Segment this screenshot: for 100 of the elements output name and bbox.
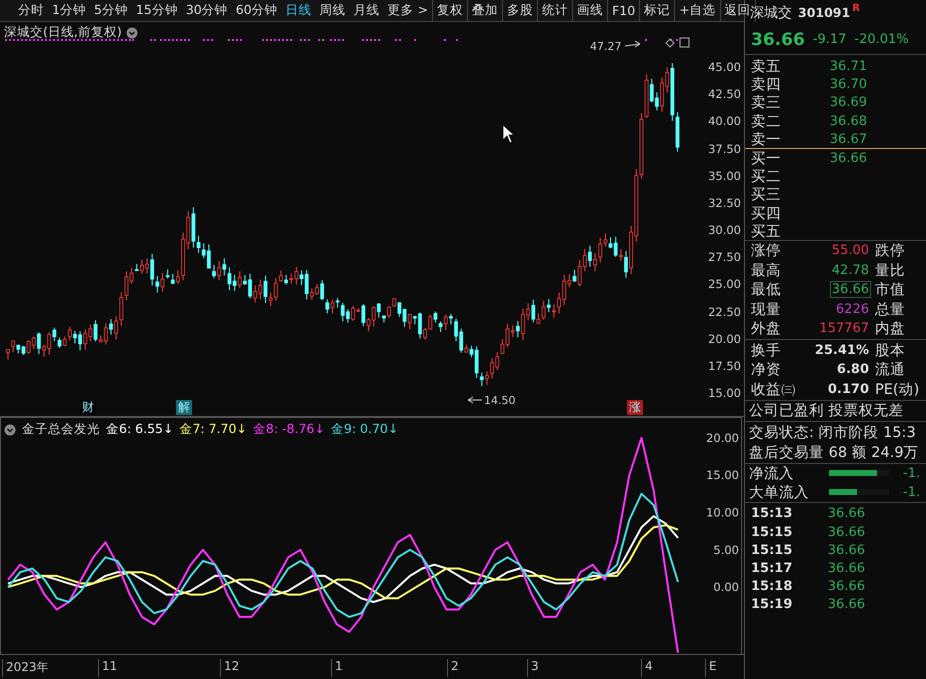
flow-label: 净流入 xyxy=(749,464,795,483)
order-price: 36.67 xyxy=(828,132,867,147)
diamond-icon[interactable] xyxy=(665,38,675,48)
stat-label: 跌停 xyxy=(875,242,906,260)
tick-time: 15:18 xyxy=(751,579,794,594)
date-label: 4 xyxy=(641,659,653,677)
stat-label: 总量 xyxy=(875,300,906,319)
order-level: 买二 xyxy=(751,168,782,186)
toolbar-button[interactable]: 叠加 xyxy=(468,0,504,22)
stat-label: 流通 xyxy=(875,360,906,380)
flow-value: -1. xyxy=(902,484,922,500)
flow-value: -1. xyxy=(902,466,922,481)
event-marker[interactable]: 财 xyxy=(80,400,96,415)
order-level: 买三 xyxy=(751,186,782,204)
period-tab[interactable]: 分时 xyxy=(14,0,48,22)
stat-value: 42.78 xyxy=(830,262,870,279)
period-tab[interactable]: 15分钟 xyxy=(132,0,182,22)
last-price: 36.66 xyxy=(751,30,805,50)
stat-label: 净资 xyxy=(751,361,782,380)
order-level: 买四 xyxy=(751,204,782,222)
event-marker[interactable]: 涨 xyxy=(627,400,643,415)
order-level: 卖二 xyxy=(751,112,782,131)
toolbar-button[interactable]: 多股 xyxy=(503,0,538,22)
tick-time: 15:13 xyxy=(751,506,794,522)
axis-label: 45.00 xyxy=(708,60,741,74)
toolbar-button[interactable]: 标记 xyxy=(640,0,676,22)
order-price: 36.66 xyxy=(828,150,867,166)
indicator-value: 金8: -8.76↓ xyxy=(252,421,325,438)
date-label: 11 xyxy=(98,659,118,677)
toolbar-button[interactable]: 复权 xyxy=(432,0,468,22)
tick-price: 36.66 xyxy=(826,579,865,594)
axis-label: 37.50 xyxy=(708,142,741,156)
toolbar-button[interactable]: 画线 xyxy=(573,0,608,22)
date-label: 1 xyxy=(331,659,343,677)
dropdown-icon[interactable] xyxy=(126,26,138,38)
tick-time: 15:19 xyxy=(751,597,794,612)
stat-label: 涨停 xyxy=(751,242,782,260)
dropdown-icon[interactable] xyxy=(4,424,16,436)
stat-value: 6.80 xyxy=(836,361,870,378)
indicator-value: 金9: 0.70↓ xyxy=(330,421,398,438)
company-notice: 公司已盈利 投票权无差 xyxy=(749,402,904,420)
tick-price: 36.66 xyxy=(826,561,865,576)
period-tab[interactable]: 60分钟 xyxy=(232,0,282,22)
axis-label: 22.50 xyxy=(708,304,741,319)
tick-price: 36.66 xyxy=(826,597,865,612)
stat-label: 最低 xyxy=(751,281,782,300)
toolbar-button[interactable]: +自选 xyxy=(675,0,721,22)
period-tab[interactable]: 更多 > xyxy=(384,0,432,22)
axis-label: 27.50 xyxy=(708,250,741,264)
period-tab[interactable]: 月线 xyxy=(350,0,384,22)
axis-label: 15.00 xyxy=(708,386,741,400)
low-arrow xyxy=(468,396,482,404)
axis-label: 30.00 xyxy=(708,223,741,238)
chart-title: 深城交(日线,前复权) xyxy=(4,24,122,41)
axis-label: 0.00 xyxy=(713,580,739,594)
stat-label: 股本 xyxy=(875,342,906,360)
indicator-value: 金6: 6.55↓ xyxy=(106,421,174,438)
event-marker[interactable]: 解 xyxy=(176,400,192,415)
toolbar-button[interactable]: F10 xyxy=(608,0,640,22)
order-price: 36.71 xyxy=(828,59,867,74)
stat-label: 量比 xyxy=(875,262,906,280)
tick-price: 36.66 xyxy=(826,524,865,540)
indicator-value: 金7: 7.70↓ xyxy=(179,421,247,438)
price-change: -9.17 xyxy=(812,32,846,47)
trading-status: 交易状态: 闭市阶段 15:3 xyxy=(749,424,916,442)
stat-value: 157767 xyxy=(818,320,870,338)
axis-label: 10.00 xyxy=(706,506,739,520)
order-level: 买一 xyxy=(751,150,782,168)
period-tab[interactable]: 30分钟 xyxy=(182,0,232,22)
tick-time: 15:17 xyxy=(751,561,794,576)
stat-value: 25.41% xyxy=(814,342,870,359)
axis-label: 20.00 xyxy=(708,332,741,346)
period-tab[interactable]: 周线 xyxy=(316,0,350,22)
date-label: E xyxy=(705,659,717,677)
axis-label: 40.00 xyxy=(708,114,741,128)
period-tab[interactable]: 1分钟 xyxy=(48,0,90,22)
stat-label: PE(动) xyxy=(875,380,920,399)
stock-code: 301091 xyxy=(798,5,850,20)
date-label: 3 xyxy=(527,659,539,677)
indicator-name: 金子总会发光 xyxy=(22,421,100,438)
stat-label: 市值 xyxy=(875,280,906,300)
square-icon[interactable] xyxy=(680,38,690,48)
axis-label: 5.00 xyxy=(713,542,739,557)
stat-value: 0.170 xyxy=(826,380,870,398)
order-level: 卖三 xyxy=(751,94,782,112)
order-level: 卖一 xyxy=(751,130,782,149)
period-tab[interactable]: 日线 xyxy=(282,0,316,22)
toolbar-button[interactable]: 统计 xyxy=(538,0,574,22)
date-label: 12 xyxy=(220,659,240,677)
axis-label: 25.00 xyxy=(708,277,741,292)
tick-time: 15:15 xyxy=(751,542,794,558)
axis-label: 32.50 xyxy=(708,196,741,210)
stat-value: 55.00 xyxy=(830,242,870,260)
axis-label: 42.50 xyxy=(708,87,741,102)
tick-price: 36.66 xyxy=(826,542,865,558)
period-tab[interactable]: 5分钟 xyxy=(90,0,132,22)
order-level: 买五 xyxy=(751,222,782,241)
tick-price: 36.66 xyxy=(826,506,865,522)
rating-label: R xyxy=(852,3,860,14)
stat-label: 最高 xyxy=(751,262,782,280)
